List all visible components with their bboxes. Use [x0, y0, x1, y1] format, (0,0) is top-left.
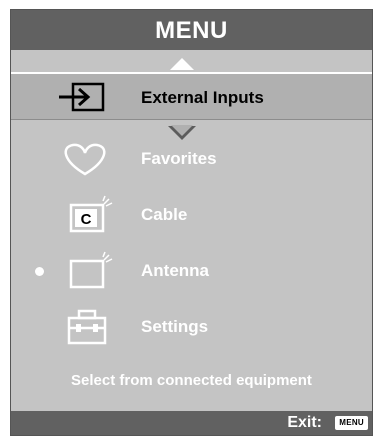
menu-item-cable[interactable]: C Cable: [11, 191, 372, 239]
input-icon: [59, 82, 105, 112]
menu-item-label: Cable: [141, 205, 188, 224]
exit-menu-button[interactable]: MENU: [335, 416, 368, 430]
active-indicator-dot: [35, 267, 44, 276]
exit-label: Exit:: [287, 414, 322, 431]
menu-item-label: Favorites: [141, 149, 217, 168]
heart-icon: [64, 143, 106, 176]
scroll-up-arrow-icon[interactable]: [170, 58, 194, 70]
menu-item-settings[interactable]: Settings: [11, 303, 372, 351]
menu-item-external-inputs[interactable]: External Inputs: [11, 72, 372, 120]
menu-item-label: Settings: [141, 317, 209, 336]
menu-item-label: External Inputs: [141, 88, 264, 107]
cable-icon: C: [69, 195, 113, 233]
menu-hint-text: Select from connected equipment: [71, 372, 312, 389]
menu-item-label: Antenna: [141, 261, 209, 280]
toolbox-icon: [67, 309, 107, 345]
antenna-icon: [69, 251, 113, 289]
menu-title: MENU: [11, 10, 372, 50]
menu-item-antenna[interactable]: Antenna: [11, 247, 372, 295]
menu-item-favorites[interactable]: Favorites: [11, 135, 372, 183]
menu-footer: Exit: MENU: [11, 411, 372, 435]
cable-icon-letter: C: [81, 211, 92, 228]
menu-panel: MENU External Inputs Favorites C Cable A…: [10, 9, 373, 436]
